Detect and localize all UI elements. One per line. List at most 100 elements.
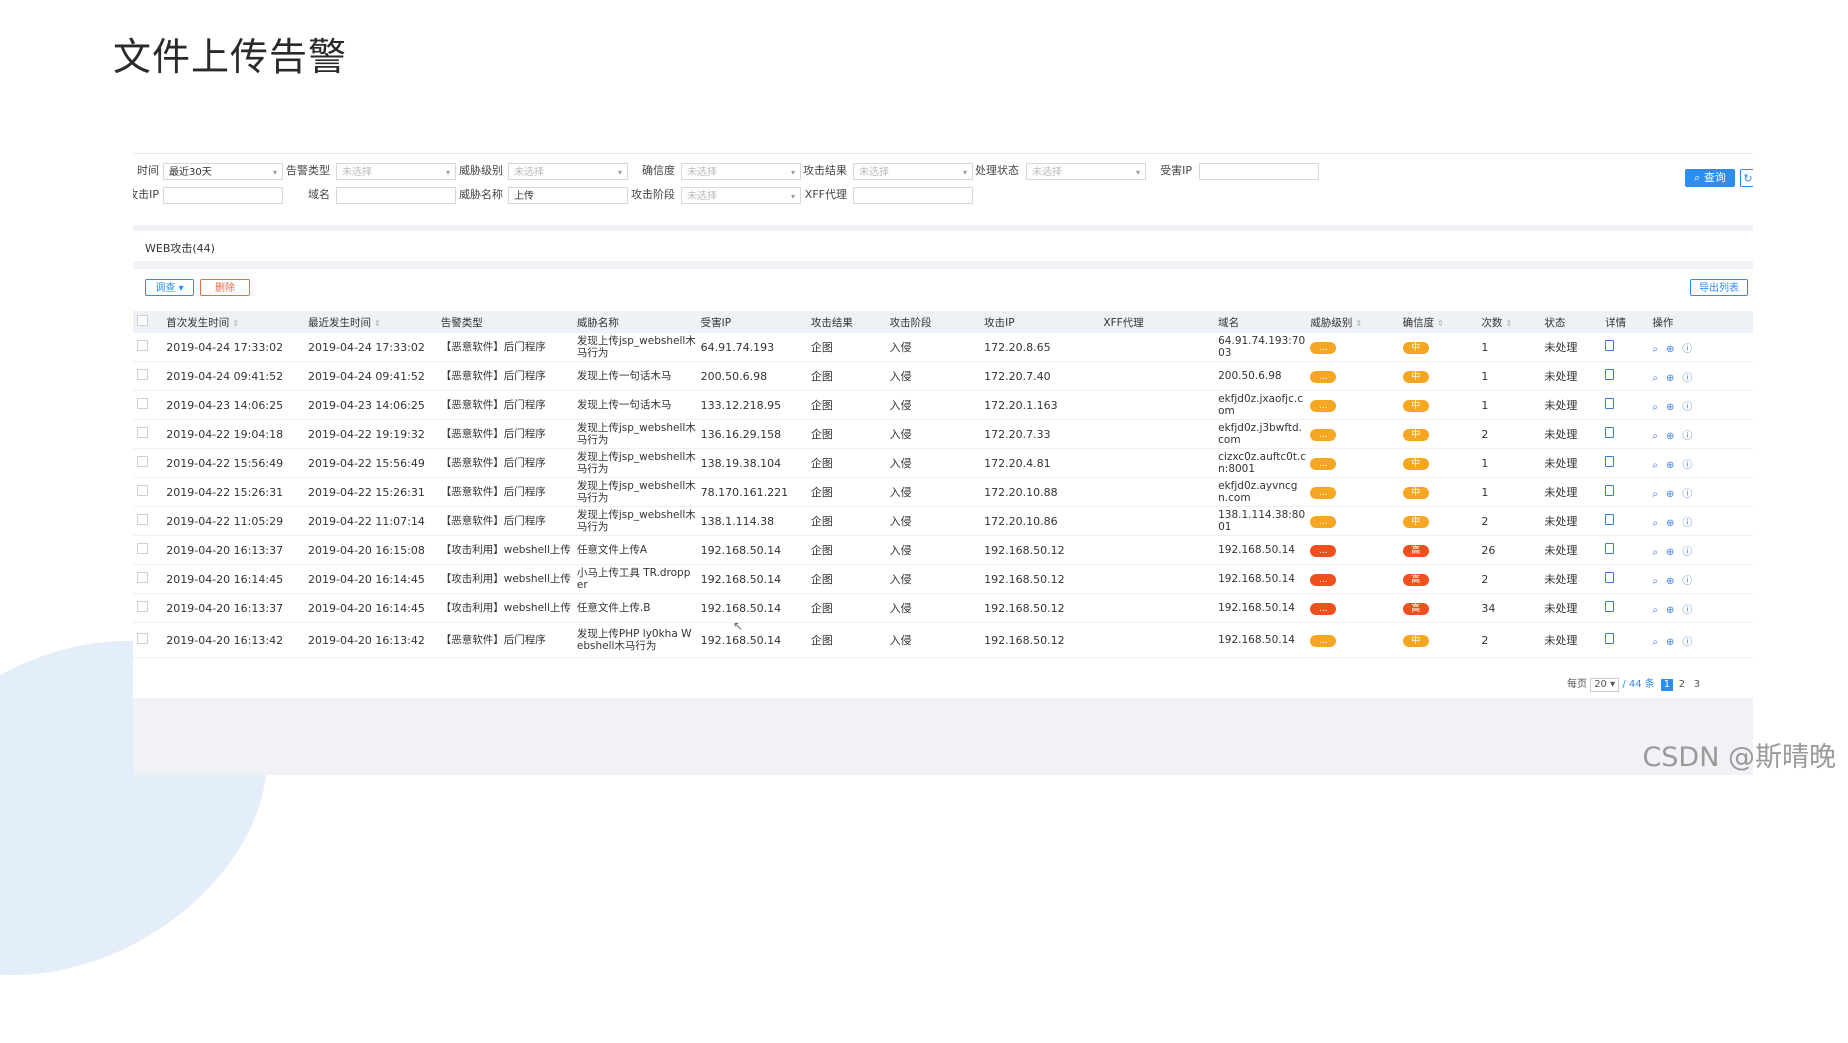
- time-select[interactable]: 最近30天 ▾: [163, 163, 283, 180]
- attack-stage-select[interactable]: 未选择 ▾: [681, 187, 801, 204]
- victim-ip-input[interactable]: [1199, 163, 1319, 180]
- document-icon[interactable]: [1605, 427, 1615, 438]
- status-select[interactable]: 未选择 ▾: [1026, 163, 1146, 180]
- survey-dropdown-button[interactable]: 调查 ▾: [145, 279, 194, 296]
- attacker-ip-input[interactable]: [163, 187, 283, 204]
- page-3[interactable]: 3: [1691, 679, 1703, 691]
- document-icon[interactable]: [1605, 340, 1615, 351]
- export-list-button[interactable]: 导出列表: [1690, 279, 1748, 296]
- search-icon[interactable]: ⌕: [1652, 344, 1658, 355]
- checkbox-icon: [137, 340, 148, 351]
- col-last-time[interactable]: 最近发生时间 ⇕: [304, 311, 437, 333]
- info-icon[interactable]: ⓘ: [1682, 373, 1692, 384]
- search-icon[interactable]: ⌕: [1652, 431, 1658, 442]
- target-icon[interactable]: ⊕: [1666, 518, 1674, 529]
- target-icon[interactable]: ⊕: [1666, 460, 1674, 471]
- search-icon[interactable]: ⌕: [1652, 489, 1658, 500]
- search-icon[interactable]: ⌕: [1652, 576, 1658, 587]
- col-first-time[interactable]: 首次发生时间 ⇕: [162, 311, 304, 333]
- document-icon[interactable]: [1605, 398, 1615, 409]
- document-icon[interactable]: [1605, 601, 1615, 612]
- row-checkbox[interactable]: [133, 593, 163, 623]
- row-checkbox[interactable]: [133, 506, 163, 536]
- row-checkbox[interactable]: [133, 564, 163, 594]
- table-row[interactable]: 2019-04-24 09:41:52 2019-04-24 09:41:52 【恶…: [133, 361, 1753, 391]
- confidence-select[interactable]: 未选择 ▾: [681, 163, 801, 180]
- table-row[interactable]: 2019-04-22 19:04:18 2019-04-22 19:19:32 【恶…: [133, 419, 1753, 449]
- search-icon[interactable]: ⌕: [1652, 373, 1658, 384]
- row-checkbox[interactable]: [133, 535, 163, 565]
- search-icon[interactable]: ⌕: [1652, 518, 1658, 529]
- target-icon[interactable]: ⊕: [1666, 344, 1674, 355]
- table-row[interactable]: 2019-04-22 15:26:31 2019-04-22 15:26:31 【恶…: [133, 477, 1753, 507]
- table-row[interactable]: 2019-04-22 15:56:49 2019-04-22 15:56:49 【恶…: [133, 448, 1753, 478]
- page-1[interactable]: 1: [1660, 679, 1673, 691]
- info-icon[interactable]: ⓘ: [1682, 489, 1692, 500]
- threat-name-input[interactable]: 上传: [508, 187, 628, 204]
- sort-icon: ⇕: [1505, 318, 1513, 328]
- row-checkbox[interactable]: [133, 477, 163, 507]
- domain-input[interactable]: [336, 187, 456, 204]
- document-icon[interactable]: [1605, 369, 1615, 380]
- info-icon[interactable]: ⓘ: [1682, 518, 1692, 529]
- info-icon[interactable]: ⓘ: [1682, 431, 1692, 442]
- table-row[interactable]: 2019-04-20 16:13:37 2019-04-20 16:15:08 【攻…: [133, 535, 1753, 565]
- document-icon[interactable]: [1605, 514, 1615, 525]
- table-row[interactable]: 2019-04-20 16:13:37 2019-04-20 16:14:45 【攻…: [133, 593, 1753, 623]
- refresh-button[interactable]: ↻: [1740, 169, 1753, 187]
- target-icon[interactable]: ⊕: [1666, 402, 1674, 413]
- row-checkbox[interactable]: [133, 333, 163, 362]
- search-icon[interactable]: ⌕: [1652, 547, 1658, 558]
- info-icon[interactable]: ⓘ: [1682, 402, 1692, 413]
- info-icon[interactable]: ⓘ: [1682, 547, 1692, 558]
- table-row[interactable]: 2019-04-20 16:14:45 2019-04-20 16:14:45 【攻…: [133, 564, 1753, 594]
- attack-result-select[interactable]: 未选择 ▾: [853, 163, 973, 180]
- page-2[interactable]: 2: [1676, 679, 1688, 691]
- first-time-cell: 2019-04-22 19:04:18: [162, 419, 304, 449]
- info-icon[interactable]: ⓘ: [1682, 637, 1692, 648]
- table-row[interactable]: 2019-04-22 11:05:29 2019-04-22 11:07:14 【恶…: [133, 506, 1753, 536]
- per-page-select[interactable]: 20 ▾: [1590, 678, 1620, 692]
- info-icon[interactable]: ⓘ: [1682, 344, 1692, 355]
- query-button[interactable]: ⌕ 查询: [1685, 169, 1735, 187]
- search-icon[interactable]: ⌕: [1652, 460, 1658, 471]
- document-icon[interactable]: [1605, 572, 1615, 583]
- row-checkbox[interactable]: [133, 448, 163, 478]
- document-icon[interactable]: [1605, 456, 1615, 467]
- target-icon[interactable]: ⊕: [1666, 373, 1674, 384]
- target-icon[interactable]: ⊕: [1666, 547, 1674, 558]
- document-icon[interactable]: [1605, 633, 1615, 644]
- target-icon[interactable]: ⊕: [1666, 431, 1674, 442]
- table-row[interactable]: 2019-04-24 17:33:02 2019-04-24 17:33:02 【恶…: [133, 333, 1753, 362]
- info-icon[interactable]: ⓘ: [1682, 605, 1692, 616]
- threat-name-cell: 发现上传一句话木马: [572, 361, 697, 391]
- tab-web-attack[interactable]: WEB攻击(44): [145, 240, 215, 256]
- row-checkbox[interactable]: [133, 622, 163, 658]
- info-icon[interactable]: ⓘ: [1682, 576, 1692, 587]
- table-row[interactable]: 2019-04-23 14:06:25 2019-04-23 14:06:25 【恶…: [133, 390, 1753, 420]
- select-all-checkbox[interactable]: [133, 311, 163, 333]
- alert-type-text: 【恶意软件】后门程序: [440, 370, 546, 382]
- row-checkbox[interactable]: [133, 390, 163, 420]
- target-icon[interactable]: ⊕: [1666, 576, 1674, 587]
- action-cell: ⌕ ⊕ ⓘ: [1648, 390, 1753, 420]
- col-threat-level[interactable]: 威胁级别 ⇕: [1306, 311, 1399, 333]
- col-confidence[interactable]: 确信度 ⇕: [1398, 311, 1478, 333]
- table-row[interactable]: 2019-04-20 16:13:42 2019-04-20 16:13:42 【恶…: [133, 622, 1753, 658]
- target-icon[interactable]: ⊕: [1666, 637, 1674, 648]
- document-icon[interactable]: [1605, 543, 1615, 554]
- search-icon[interactable]: ⌕: [1652, 402, 1658, 413]
- target-icon[interactable]: ⊕: [1666, 605, 1674, 616]
- info-icon[interactable]: ⓘ: [1682, 460, 1692, 471]
- xff-input[interactable]: [853, 187, 973, 204]
- col-count[interactable]: 次数 ⇕: [1477, 311, 1541, 333]
- target-icon[interactable]: ⊕: [1666, 489, 1674, 500]
- delete-button[interactable]: 删除: [200, 279, 250, 296]
- threat-level-select[interactable]: 未选择 ▾: [508, 163, 628, 180]
- document-icon[interactable]: [1605, 485, 1615, 496]
- search-icon[interactable]: ⌕: [1652, 637, 1658, 648]
- alert-type-select[interactable]: 未选择 ▾: [336, 163, 456, 180]
- row-checkbox[interactable]: [133, 419, 163, 449]
- row-checkbox[interactable]: [133, 361, 163, 391]
- search-icon[interactable]: ⌕: [1652, 605, 1658, 616]
